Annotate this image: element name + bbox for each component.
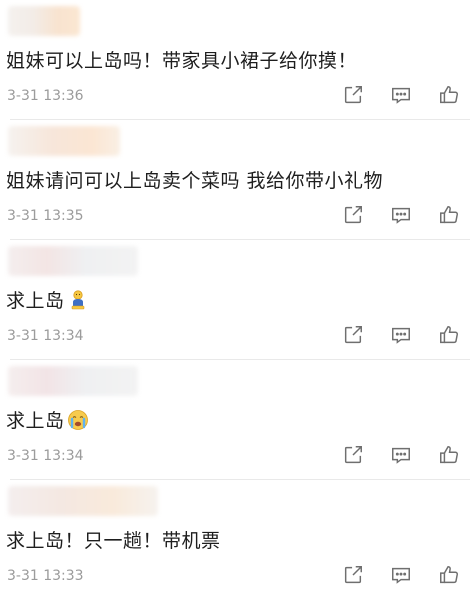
comment-timestamp: 3-31 13:34	[7, 328, 84, 344]
reply-button[interactable]	[388, 442, 414, 468]
comment-item: 求上岛 3-31 13:34	[0, 360, 470, 480]
comment-text: 姐妹请问可以上岛卖个菜吗 我给你带小礼物	[6, 170, 384, 192]
kneeling-emoji-icon	[71, 290, 84, 310]
comment-icon	[392, 327, 410, 344]
share-button[interactable]	[340, 202, 366, 228]
comment-text: 求上岛	[6, 286, 89, 313]
comment-actions	[318, 202, 462, 228]
reply-button[interactable]	[388, 562, 414, 588]
like-button[interactable]	[436, 82, 462, 108]
blurred-username	[8, 6, 80, 36]
comment-item: 姐妹请问可以上岛卖个菜吗 我给你带小礼物 3-31 13:35	[0, 120, 470, 240]
comment-actions	[318, 322, 462, 348]
crying-emoji-icon	[67, 410, 88, 430]
comment-timestamp: 3-31 13:36	[7, 88, 84, 104]
share-icon	[344, 566, 362, 584]
reply-button[interactable]	[388, 202, 414, 228]
like-button[interactable]	[436, 562, 462, 588]
thumbs-up-icon	[440, 566, 458, 584]
blurred-username	[8, 126, 120, 156]
comment-text: 姐妹可以上岛吗！带家具小裙子给你摸！	[6, 50, 358, 72]
thumbs-up-icon	[440, 86, 458, 104]
comment-timestamp: 3-31 13:33	[7, 568, 84, 584]
comment-timestamp: 3-31 13:34	[7, 448, 84, 464]
comment-text: 求上岛	[6, 406, 89, 433]
blurred-username	[8, 486, 158, 516]
share-button[interactable]	[340, 322, 366, 348]
share-button[interactable]	[340, 562, 366, 588]
comment-timestamp: 3-31 13:35	[7, 208, 84, 224]
blurred-username	[8, 246, 138, 276]
comment-icon	[392, 87, 410, 104]
share-icon	[344, 326, 362, 344]
share-icon	[344, 446, 362, 464]
comment-item: 姐妹可以上岛吗！带家具小裙子给你摸！ 3-31 13:36	[0, 0, 470, 120]
comment-icon	[392, 447, 410, 464]
reply-button[interactable]	[388, 82, 414, 108]
comment-actions	[318, 442, 462, 468]
thumbs-up-icon	[440, 326, 458, 344]
like-button[interactable]	[436, 202, 462, 228]
thumbs-up-icon	[440, 446, 458, 464]
comment-actions	[318, 82, 462, 108]
comment-actions	[318, 562, 462, 588]
share-icon	[344, 206, 362, 224]
comment-item: 求上岛！只一趟！带机票 3-31 13:33	[0, 480, 470, 607]
share-button[interactable]	[340, 82, 366, 108]
comment-icon	[392, 207, 410, 224]
like-button[interactable]	[436, 442, 462, 468]
thumbs-up-icon	[440, 206, 458, 224]
share-button[interactable]	[340, 442, 366, 468]
comment-text: 求上岛！只一趟！带机票	[6, 530, 221, 552]
reply-button[interactable]	[388, 322, 414, 348]
share-icon	[344, 86, 362, 104]
blurred-username	[8, 366, 138, 396]
comment-icon	[392, 567, 410, 584]
like-button[interactable]	[436, 322, 462, 348]
comment-item: 求上岛 3-31 13:34	[0, 240, 470, 360]
